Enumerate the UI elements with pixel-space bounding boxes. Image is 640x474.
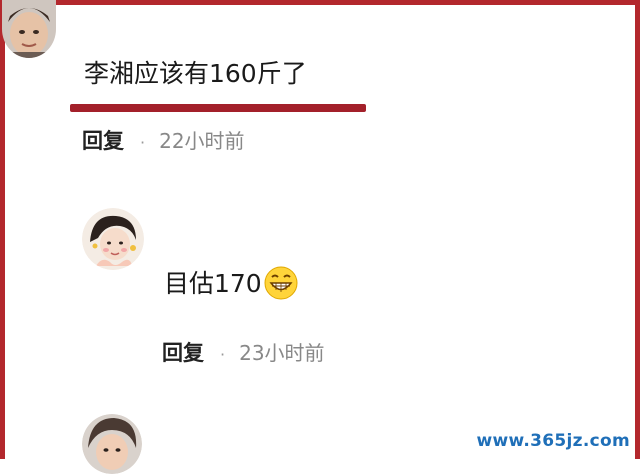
- avatar-commenter-3[interactable]: [82, 414, 142, 474]
- comment-2-timestamp: 23小时前: [239, 341, 325, 365]
- comment-2-meta: 回复 · 23小时前: [162, 337, 325, 367]
- comment-1-separator: ·: [140, 133, 146, 152]
- comment-1-reply-button[interactable]: 回复: [82, 125, 124, 155]
- comment-2-reply-button[interactable]: 回复: [162, 337, 204, 367]
- avatar-commenter-1[interactable]: [2, 0, 56, 58]
- avatar-3-image: [82, 414, 142, 474]
- comment-1-timestamp: 22小时前: [159, 129, 245, 153]
- comment-1-text: 李湘应该有160斤了: [84, 59, 307, 88]
- avatar-1-image: [2, 0, 56, 58]
- comment-2-text: 目估170: [164, 268, 262, 298]
- grinning-face-icon: [264, 266, 298, 300]
- comment-2-separator: ·: [220, 345, 226, 364]
- avatar-2-image: [82, 208, 144, 270]
- comment-2-text-row: 目估170: [164, 266, 298, 300]
- comment-1-meta: 回复 · 22小时前: [82, 125, 245, 155]
- avatar-commenter-2[interactable]: [82, 208, 144, 270]
- site-watermark: www.365jz.com: [476, 431, 630, 451]
- comment-1-highlight-underline: [70, 104, 366, 112]
